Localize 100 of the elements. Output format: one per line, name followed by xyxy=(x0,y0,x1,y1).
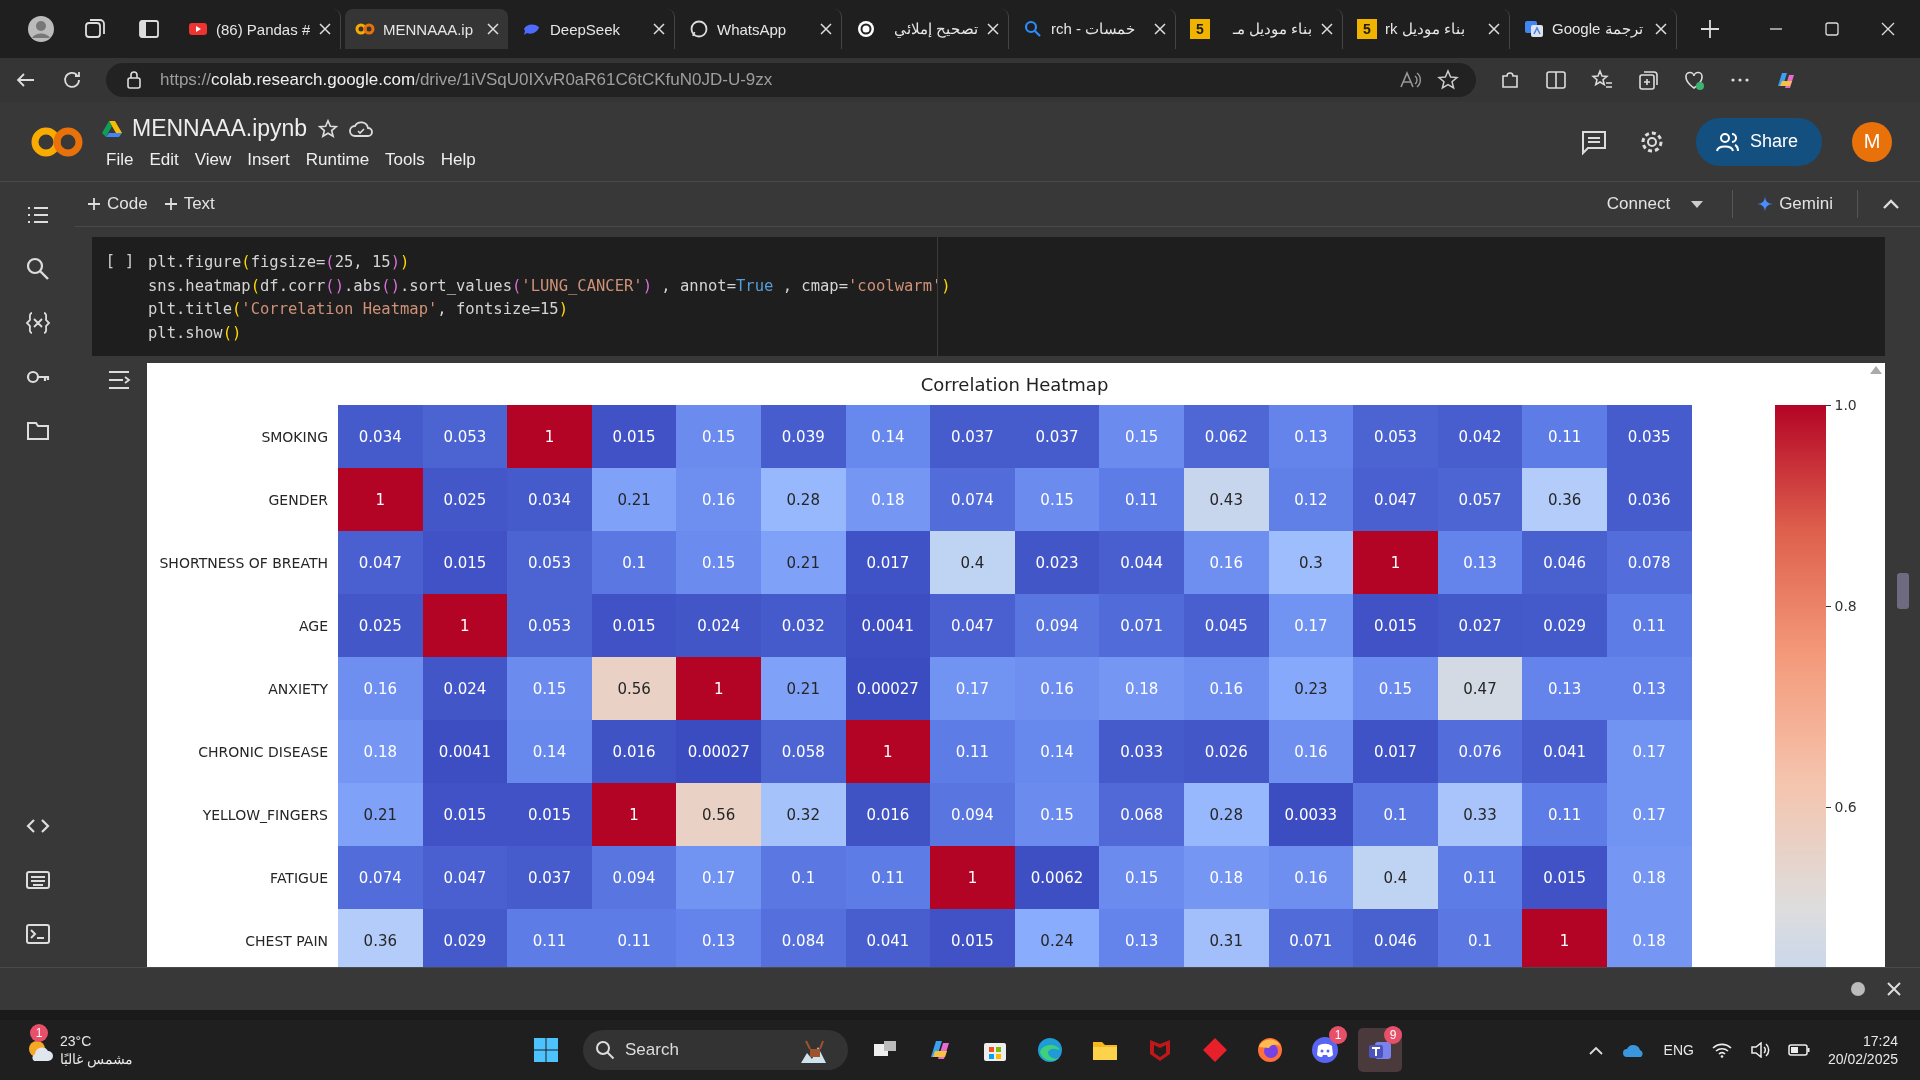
heatmap-cell: 0.015 xyxy=(930,909,1015,967)
menu-item[interactable]: Runtime xyxy=(299,148,376,172)
plus-icon xyxy=(163,197,178,211)
chat-icon xyxy=(689,19,709,39)
heatmap-cell: 0.21 xyxy=(760,657,846,720)
heatmap-cell: 0.034 xyxy=(338,405,423,468)
clock-date[interactable]: 20/02/2025 xyxy=(1827,1050,1898,1068)
browser-tab[interactable]: تصحيح إملائي xyxy=(846,9,1009,49)
battery-icon[interactable] xyxy=(1787,1043,1810,1057)
notebook-title[interactable]: MENNAAA.ipynb xyxy=(132,115,308,142)
heatmap-cell: 0.15 xyxy=(1099,405,1184,468)
gemini-button[interactable]: Gemini xyxy=(1749,190,1841,218)
menu-item[interactable]: Insert xyxy=(241,148,296,172)
heatmap-cell: 0.047 xyxy=(930,594,1015,657)
browser-tab[interactable]: WhatsApp xyxy=(679,9,842,49)
terminal-icon[interactable] xyxy=(24,921,51,947)
address-bar[interactable]: https://colab.research.google.com/drive/1iVSqU0IXvR0aR61C6tCKfuN0JD-U-9zx xyxy=(106,63,1476,97)
star-icon[interactable] xyxy=(317,117,340,140)
wifi-icon[interactable] xyxy=(1711,1042,1732,1058)
browser-tab[interactable]: MENNAAA.ip xyxy=(345,9,508,49)
chevron-up-icon[interactable] xyxy=(1587,1044,1604,1056)
menu-item[interactable]: View xyxy=(188,148,238,172)
heatmap-cell: 0.015 xyxy=(507,783,592,846)
heatmap-cell: 0.024 xyxy=(422,657,508,720)
taskbar-search[interactable]: Search xyxy=(583,1030,848,1070)
heatmap-cell: 0.13 xyxy=(1437,531,1523,594)
heatmap-cell: 0.15 xyxy=(507,657,592,720)
browser-tab[interactable]: (86) Pandas # xyxy=(178,9,341,49)
people-icon xyxy=(1715,131,1740,152)
heatmap-cell: 0.074 xyxy=(338,846,423,909)
close-tab-icon[interactable] xyxy=(1320,22,1334,36)
heatmap-cell: 0.36 xyxy=(338,909,423,967)
heatmap-cell: 0.12 xyxy=(1268,468,1354,531)
menu-item[interactable]: Edit xyxy=(143,148,185,172)
volume-icon[interactable] xyxy=(1749,1042,1770,1058)
heatmap-cell: 0.1 xyxy=(591,531,677,594)
heatmap-cell: 0.094 xyxy=(930,783,1015,846)
heatmap-cell: 0.36 xyxy=(1522,468,1607,531)
row-label: FATIGUE xyxy=(269,868,329,888)
close-tab-icon[interactable] xyxy=(1487,22,1501,36)
close-tab-icon[interactable] xyxy=(986,22,1000,36)
heatmap-cell: 0.053 xyxy=(507,531,592,594)
heatmap-cell: 0.4 xyxy=(1353,846,1438,909)
row-label: GENDER xyxy=(267,490,329,510)
search-icon[interactable] xyxy=(24,256,51,282)
heatmap-cell: 0.13 xyxy=(676,909,761,967)
code-cell[interactable]: [ ] plt.figure(figsize=(25, 15)) sns.heatmap(df.corr().abs().sort_values('LUNG_CANCER') , annot=True , cmap='coolwarm') plt.title('Correlation Heatmap', fontsize=15) plt.show() xyxy=(92,237,1885,356)
scrollbar-thumb[interactable] xyxy=(1897,573,1909,609)
browser-tab[interactable]: DeepSeek xyxy=(512,9,675,49)
collapse-icon[interactable] xyxy=(1882,198,1900,210)
heatmap-cell: 0.33 xyxy=(1437,783,1523,846)
heatmap-cell: 0.076 xyxy=(1437,720,1523,783)
chart-title: Correlation Heatmap xyxy=(919,372,1110,397)
output-toggle-icon[interactable] xyxy=(106,369,133,391)
close-tab-icon[interactable] xyxy=(318,22,332,36)
heatmap-cell: 0.084 xyxy=(760,909,846,967)
cloud-icon[interactable] xyxy=(1621,1042,1646,1058)
heatmap-cell: 0.053 xyxy=(422,405,508,468)
profile-icon[interactable] xyxy=(27,15,55,43)
row-label: SMOKING xyxy=(260,427,329,447)
collections-icon[interactable] xyxy=(1636,68,1660,92)
close-tab-icon[interactable] xyxy=(652,22,666,36)
heatmap-cell: 0.047 xyxy=(1353,468,1438,531)
split-screen-icon[interactable] xyxy=(1544,68,1568,92)
close-tab-icon[interactable] xyxy=(819,22,833,36)
new-tab-icon[interactable] xyxy=(1699,18,1721,40)
heatmap-cell: 0.058 xyxy=(760,720,846,783)
add-code-button[interactable]: Code xyxy=(79,190,156,218)
heatmap-cell: 0.15 xyxy=(1099,846,1184,909)
heatmap-cell: 0.11 xyxy=(1522,783,1607,846)
menu-item[interactable]: File xyxy=(100,148,140,172)
menu-item[interactable]: Help xyxy=(434,148,482,172)
notification-badge: 9 xyxy=(1384,1026,1402,1044)
browser-tab[interactable]: rch - خمسات xyxy=(1013,9,1176,49)
heatmap-cell: 0.057 xyxy=(1437,468,1523,531)
heatmap-cell: 0.047 xyxy=(422,846,508,909)
favorite-star-icon[interactable] xyxy=(1436,68,1460,92)
edge-icon xyxy=(1035,1035,1065,1065)
close-tab-icon[interactable] xyxy=(1654,22,1668,36)
close-tab-icon[interactable] xyxy=(1153,22,1167,36)
run-prompt[interactable]: [ ] xyxy=(92,251,148,356)
heatmap-cell: 0.071 xyxy=(1268,909,1354,967)
clock-time[interactable]: 17:24 xyxy=(1862,1032,1898,1050)
share-button[interactable]: Share xyxy=(1695,117,1822,166)
browser-tab[interactable]: Google ترجمة xyxy=(1514,9,1677,49)
maximize-icon[interactable] xyxy=(1822,19,1842,39)
colorbar-tick: 1.0 xyxy=(1834,397,1857,413)
connect-button[interactable]: Connect xyxy=(1598,190,1679,218)
close-icon[interactable] xyxy=(1886,981,1902,997)
variables-icon[interactable] xyxy=(24,310,51,336)
heatmap-cell: 1 xyxy=(1353,531,1438,594)
add-text-button[interactable]: Text xyxy=(155,190,223,218)
heatmap-cell: 0.041 xyxy=(845,909,931,967)
heatmap-cell: 0.015 xyxy=(422,783,508,846)
caret-icon[interactable] xyxy=(1690,199,1705,209)
menu-item[interactable]: Tools xyxy=(379,148,431,172)
language-indicator[interactable]: ENG xyxy=(1663,1042,1694,1058)
drive-icon[interactable] xyxy=(102,119,122,138)
close-tab-icon[interactable] xyxy=(486,22,500,36)
heatmap-cell: 1 xyxy=(1522,909,1607,967)
